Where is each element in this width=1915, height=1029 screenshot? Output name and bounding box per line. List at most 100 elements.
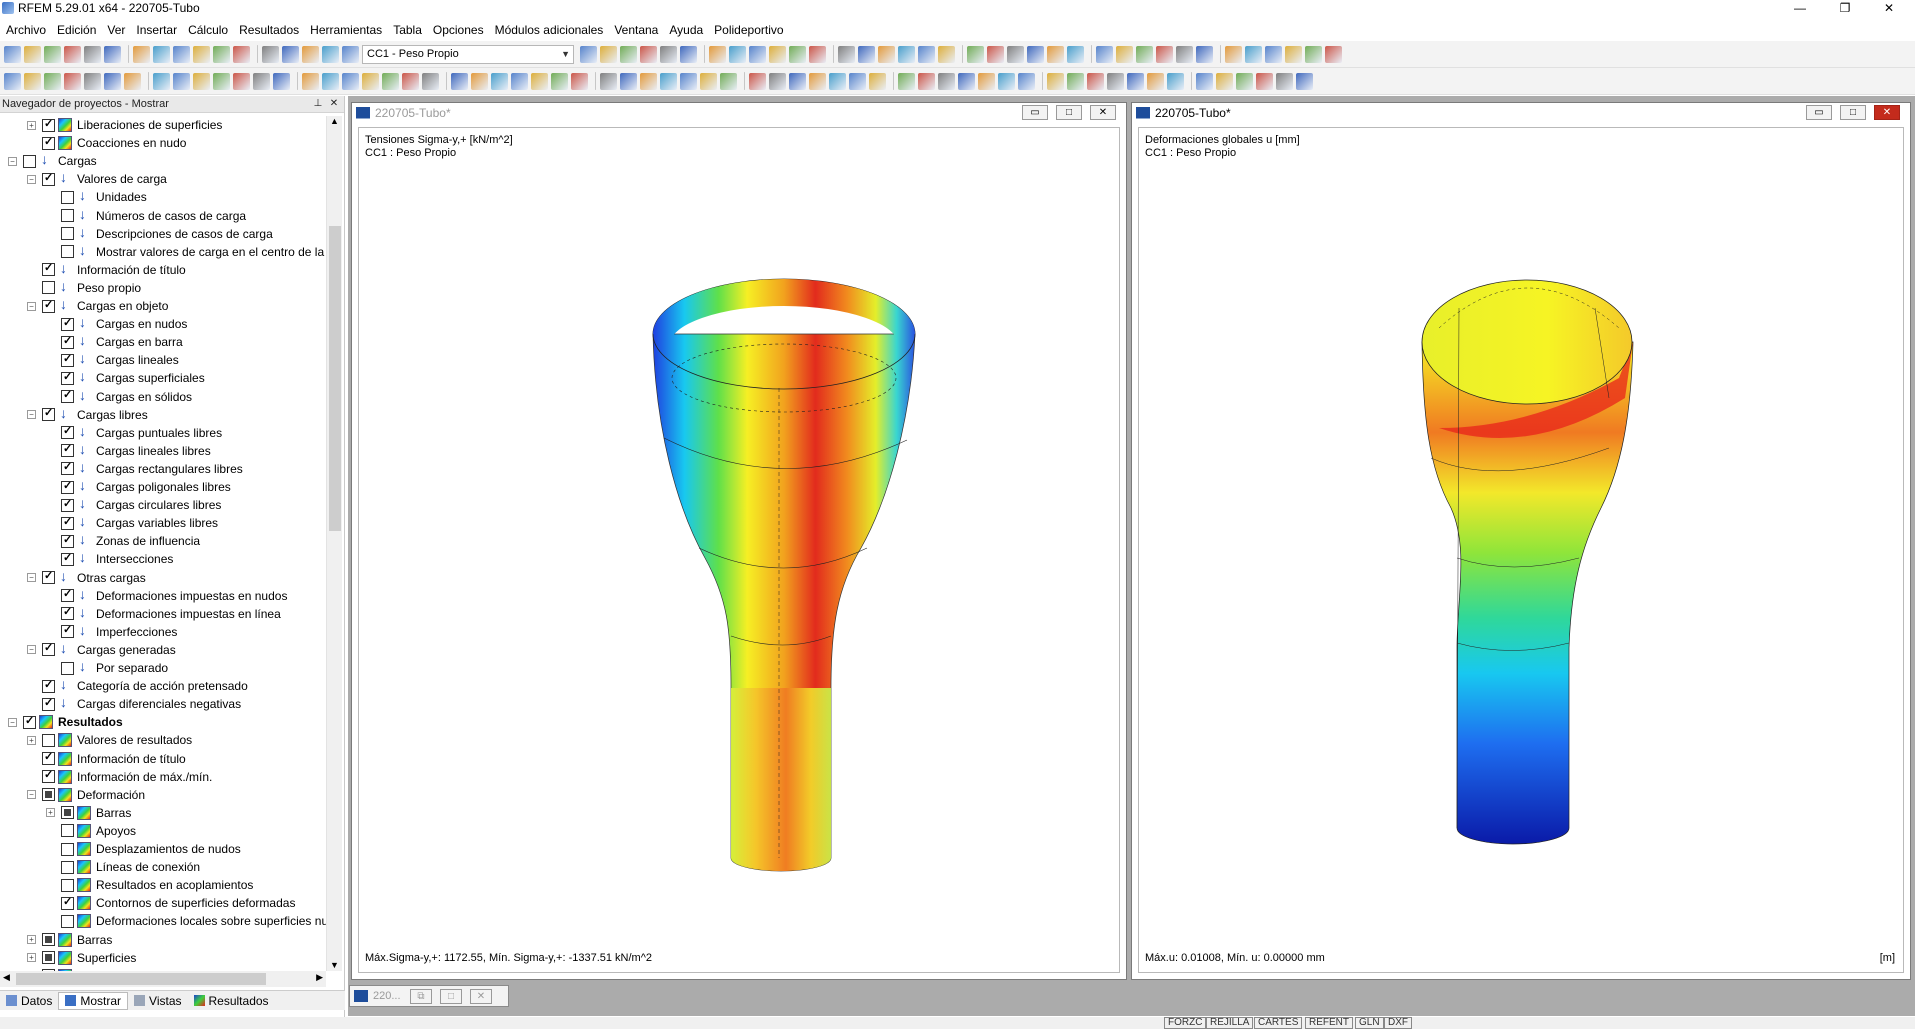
- tree-item[interactable]: + Superficies: [27, 949, 136, 967]
- tool-button-icon[interactable]: [362, 72, 379, 90]
- tool-button-icon[interactable]: [4, 72, 21, 90]
- menu-item-8[interactable]: Opciones: [433, 23, 484, 37]
- tree-item[interactable]: Desplazamientos de nudos: [46, 840, 241, 858]
- checkbox[interactable]: [42, 408, 55, 422]
- menu-item-11[interactable]: Ayuda: [669, 23, 703, 37]
- tool-button-icon[interactable]: [620, 72, 637, 90]
- tool-button-icon[interactable]: [1285, 45, 1302, 63]
- checkbox[interactable]: [61, 824, 74, 838]
- checkbox[interactable]: [42, 933, 55, 946]
- tree-item[interactable]: Peso propio: [27, 278, 141, 297]
- status-toggle-5[interactable]: DXF: [1384, 1017, 1412, 1029]
- tree-item[interactable]: Cargas lineales: [46, 350, 179, 369]
- tree-item[interactable]: − Cargas: [8, 151, 97, 170]
- tool-button-icon[interactable]: [1216, 72, 1233, 90]
- tool-button-icon[interactable]: [1256, 72, 1273, 90]
- tool-button-icon[interactable]: [1305, 45, 1322, 63]
- checkbox[interactable]: [61, 896, 74, 910]
- tool-button-icon[interactable]: [1296, 72, 1313, 90]
- checkbox[interactable]: [42, 299, 55, 313]
- checkbox[interactable]: [61, 878, 74, 892]
- collapse-icon[interactable]: −: [27, 410, 36, 420]
- tool-button-icon[interactable]: [1007, 45, 1024, 63]
- tool-button-icon[interactable]: [660, 72, 677, 90]
- tool-button-icon[interactable]: [789, 45, 806, 63]
- minimize-icon[interactable]: —: [1785, 0, 1815, 15]
- checkbox[interactable]: [61, 245, 74, 259]
- tool-button-icon[interactable]: [918, 45, 935, 63]
- tool-button-icon[interactable]: [680, 72, 697, 90]
- checkbox[interactable]: [61, 842, 74, 856]
- close-icon[interactable]: ✕: [1090, 105, 1116, 120]
- checkbox[interactable]: [61, 860, 74, 874]
- tool-button-icon[interactable]: [1018, 72, 1035, 90]
- tool-button-icon[interactable]: [451, 72, 468, 90]
- tool-button-icon[interactable]: [471, 72, 488, 90]
- minimize-icon[interactable]: ▭: [1806, 105, 1832, 120]
- close-icon[interactable]: ✕: [1874, 0, 1904, 15]
- tree-item[interactable]: − Otras cargas: [27, 568, 146, 587]
- tool-button-icon[interactable]: [1245, 45, 1262, 63]
- checkbox[interactable]: [42, 118, 55, 132]
- tool-button-icon[interactable]: [700, 72, 717, 90]
- tree-item[interactable]: Por separado: [46, 658, 168, 677]
- menu-item-3[interactable]: Insertar: [136, 23, 177, 37]
- expand-icon[interactable]: +: [46, 808, 55, 818]
- checkbox[interactable]: [61, 209, 74, 222]
- tool-button-icon[interactable]: [1027, 45, 1044, 63]
- tool-button-icon[interactable]: [84, 72, 101, 90]
- tool-button-icon[interactable]: [322, 72, 339, 90]
- tool-button-icon[interactable]: [44, 45, 61, 63]
- tree-item[interactable]: Imperfecciones: [46, 622, 177, 641]
- tree-item[interactable]: Contornos de superficies deformadas: [46, 894, 295, 912]
- deformation-viewport[interactable]: Deformaciones globales u [mm] CC1 : Peso…: [1138, 127, 1904, 973]
- checkbox[interactable]: [61, 390, 74, 403]
- tool-button-icon[interactable]: [978, 72, 995, 90]
- tool-button-icon[interactable]: [551, 72, 568, 90]
- scroll-right-icon[interactable]: ▶: [316, 972, 323, 983]
- tree-item[interactable]: Información de máx./mín.: [27, 768, 212, 786]
- tool-button-icon[interactable]: [1087, 72, 1104, 90]
- checkbox[interactable]: [23, 715, 36, 729]
- scroll-down-icon[interactable]: ▼: [330, 960, 339, 970]
- tree-item[interactable]: − Resultados: [8, 713, 123, 731]
- checkbox[interactable]: [61, 914, 74, 928]
- tool-button-icon[interactable]: [878, 45, 895, 63]
- tool-button-icon[interactable]: [829, 72, 846, 90]
- tool-button-icon[interactable]: [640, 45, 657, 63]
- stress-window-titlebar[interactable]: 220705-Tubo* ▭ □ ✕: [352, 103, 1126, 122]
- checkbox[interactable]: [61, 607, 74, 621]
- tree-item[interactable]: Información de título: [27, 260, 186, 279]
- tool-button-icon[interactable]: [987, 45, 1004, 63]
- tree-item[interactable]: Cargas en barra: [46, 332, 183, 351]
- tool-button-icon[interactable]: [580, 45, 597, 63]
- tool-button-icon[interactable]: [491, 72, 508, 90]
- tree-item[interactable]: Cargas poligonales libres: [46, 477, 231, 496]
- tool-button-icon[interactable]: [898, 45, 915, 63]
- tool-button-icon[interactable]: [918, 72, 935, 90]
- checkbox[interactable]: [42, 951, 55, 965]
- checkbox[interactable]: [42, 281, 55, 295]
- scroll-thumb[interactable]: [16, 973, 266, 985]
- tree-item[interactable]: Descripciones de casos de carga: [46, 224, 273, 243]
- checkbox[interactable]: [42, 752, 55, 765]
- tool-button-icon[interactable]: [213, 45, 230, 63]
- close-icon[interactable]: ✕: [470, 989, 492, 1004]
- tool-button-icon[interactable]: [680, 45, 697, 63]
- tree-item[interactable]: + Valores de resultados: [27, 731, 192, 749]
- tool-button-icon[interactable]: [898, 72, 915, 90]
- collapse-icon[interactable]: −: [8, 717, 17, 727]
- checkbox[interactable]: [42, 733, 55, 747]
- restore-icon[interactable]: ⧉: [410, 989, 432, 1004]
- tree-item[interactable]: Deformaciones impuestas en nudos: [46, 586, 287, 605]
- tree-item[interactable]: Cargas rectangulares libres: [46, 459, 243, 478]
- tool-button-icon[interactable]: [749, 72, 766, 90]
- tree-item[interactable]: Cargas en sólidos: [46, 387, 192, 406]
- collapse-icon[interactable]: −: [27, 301, 36, 311]
- menu-item-12[interactable]: Polideportivo: [714, 23, 783, 37]
- tree-item[interactable]: − Valores de carga: [27, 169, 167, 188]
- tool-button-icon[interactable]: [193, 72, 210, 90]
- tree-item[interactable]: − Cargas libres: [27, 405, 148, 424]
- tool-button-icon[interactable]: [729, 45, 746, 63]
- checkbox[interactable]: [61, 462, 74, 476]
